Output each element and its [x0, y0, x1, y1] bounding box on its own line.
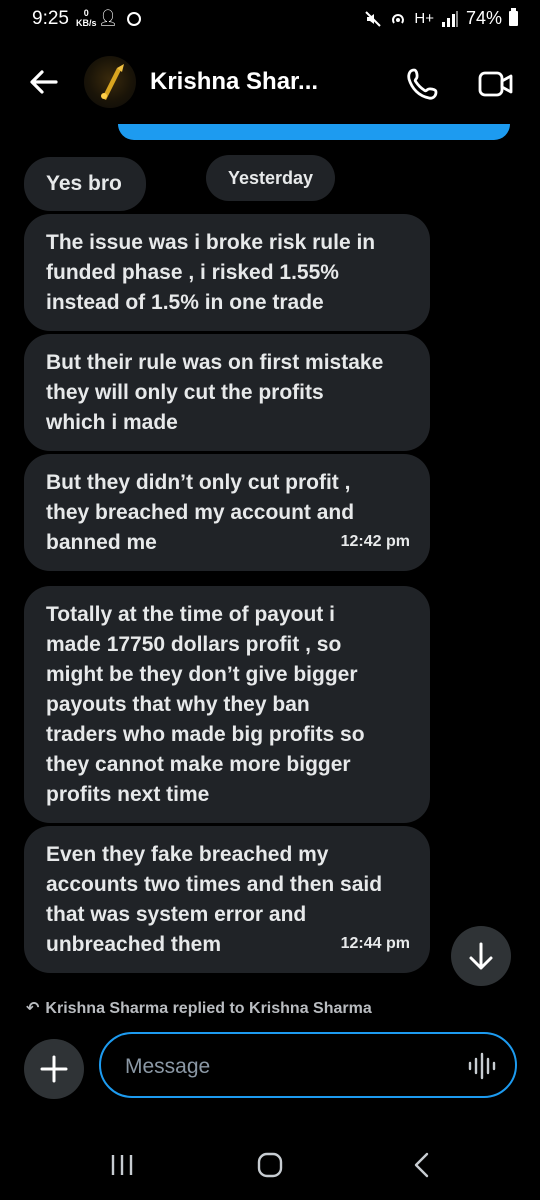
message-bubble[interactable]: Even they fake breached my accounts two … — [24, 826, 430, 973]
plus-icon — [40, 1055, 68, 1083]
message-bubble[interactable]: Yes bro — [24, 157, 146, 211]
home-icon[interactable] — [252, 1148, 288, 1182]
signal-icon — [441, 10, 458, 27]
sent-message-bubble-partial — [118, 124, 510, 140]
avatar[interactable] — [84, 56, 136, 108]
message-text: Totally at the time of payout i made 177… — [46, 603, 365, 806]
arrow-down-icon — [469, 942, 493, 970]
reply-icon: ↶ — [26, 1000, 40, 1017]
battery-icon — [509, 8, 518, 26]
message-timestamp: 12:42 pm — [340, 533, 410, 550]
status-time: 9:25 — [32, 8, 69, 29]
status-right-group: H+ 74% — [364, 8, 518, 29]
message-input[interactable] — [123, 1048, 457, 1086]
scroll-to-bottom-button[interactable] — [451, 926, 511, 986]
phone-icon[interactable] — [402, 62, 446, 106]
message-bubble[interactable]: But their rule was on first mistake they… — [24, 334, 430, 451]
add-attachment-button[interactable] — [24, 1039, 84, 1099]
message-timestamp: 12:44 pm — [340, 935, 410, 952]
date-divider: Yesterday — [206, 155, 335, 201]
battery-percent: 74% — [465, 8, 502, 28]
back-arrow-icon[interactable] — [24, 62, 64, 102]
message-bubble[interactable]: Totally at the time of payout i made 177… — [24, 586, 430, 823]
mute-icon — [365, 10, 382, 27]
signal-type: H+ — [414, 10, 434, 27]
message-bubble[interactable]: But they didn’t only cut profit , they b… — [24, 454, 430, 571]
voice-waveform-icon[interactable] — [467, 1052, 497, 1080]
message-text: The issue was i broke risk rule in funde… — [46, 231, 376, 314]
contact-name[interactable]: Krishna Shar... — [150, 68, 318, 96]
nav-back-icon[interactable] — [404, 1148, 440, 1182]
network-speed: 0 KB/s — [76, 8, 97, 28]
hotspot-icon — [392, 13, 405, 24]
person-add-icon: 👤︎ — [98, 10, 119, 27]
recent-apps-icon[interactable] — [104, 1150, 140, 1180]
video-camera-icon[interactable] — [472, 62, 520, 106]
message-text: Yes bro — [46, 172, 122, 195]
notification-icons: 👤︎ — [98, 8, 141, 28]
app-notification-icon — [126, 11, 141, 26]
message-bubble[interactable]: The issue was i broke risk rule in funde… — [24, 214, 430, 331]
message-composer — [99, 1032, 517, 1098]
reply-context: ↶ Krishna Sharma replied to Krishna Sharm… — [26, 1000, 372, 1017]
message-text: But their rule was on first mistake they… — [46, 351, 384, 434]
